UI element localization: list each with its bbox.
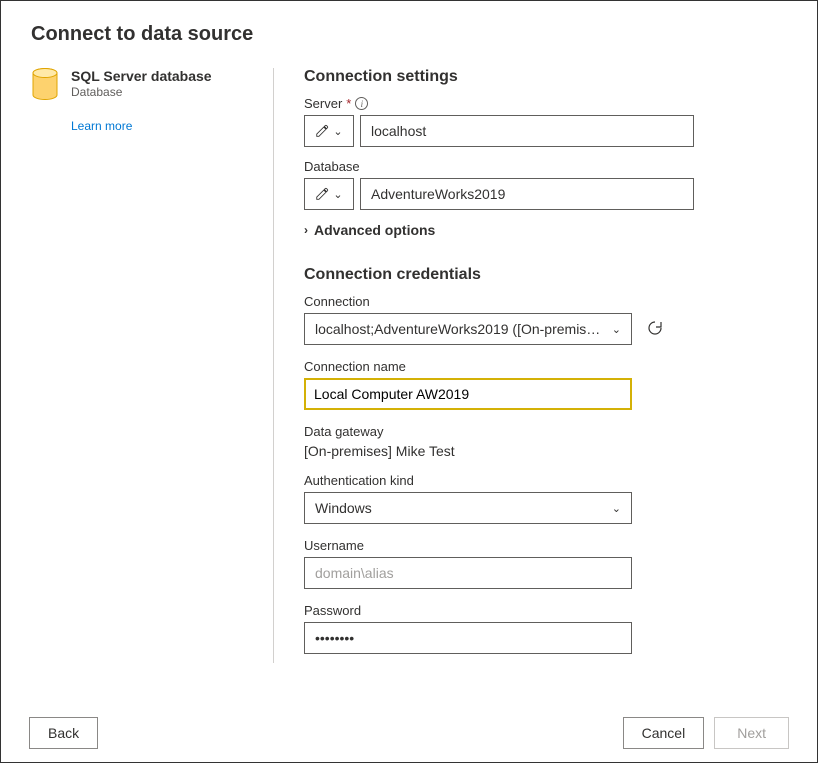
connection-label: Connection xyxy=(304,294,787,309)
server-mode-toggle[interactable]: ⌄ xyxy=(304,115,354,147)
database-input[interactable] xyxy=(360,178,694,210)
settings-heading: Connection settings xyxy=(304,68,787,86)
learn-more-link[interactable]: Learn more xyxy=(71,119,132,133)
database-mode-toggle[interactable]: ⌄ xyxy=(304,178,354,210)
refresh-icon[interactable] xyxy=(646,319,664,340)
chevron-right-icon: › xyxy=(304,223,308,237)
pencil-icon xyxy=(315,187,329,201)
gateway-value: [On-premises] Mike Test xyxy=(304,443,787,459)
password-label: Password xyxy=(304,603,787,618)
next-button: Next xyxy=(714,717,789,749)
credentials-heading: Connection credentials xyxy=(304,266,787,284)
database-icon xyxy=(31,68,59,105)
chevron-down-icon: ⌄ xyxy=(612,323,621,336)
chevron-down-icon: ⌄ xyxy=(333,188,342,201)
auth-kind-label: Authentication kind xyxy=(304,473,787,488)
chevron-down-icon: ⌄ xyxy=(612,502,621,515)
connection-dropdown[interactable]: localhost;AdventureWorks2019 ([On-premis… xyxy=(304,313,632,345)
auth-kind-dropdown[interactable]: Windows ⌄ xyxy=(304,492,632,524)
database-label: Database xyxy=(304,159,787,174)
connection-name-input[interactable] xyxy=(304,378,632,410)
pencil-icon xyxy=(315,124,329,138)
back-button[interactable]: Back xyxy=(29,717,98,749)
source-subtitle: Database xyxy=(71,85,212,99)
advanced-options-toggle[interactable]: › Advanced options xyxy=(304,222,787,238)
dialog-header: Connect to data source xyxy=(1,1,817,54)
info-icon[interactable]: i xyxy=(355,97,368,110)
chevron-down-icon: ⌄ xyxy=(333,125,342,138)
source-title: SQL Server database xyxy=(71,68,212,84)
main-panel: Connection settings Server * i ⌄ Databas… xyxy=(274,68,787,704)
server-input[interactable] xyxy=(360,115,694,147)
data-source-item: SQL Server database Database xyxy=(31,68,253,105)
connection-name-label: Connection name xyxy=(304,359,787,374)
sidebar: SQL Server database Database Learn more xyxy=(31,68,273,704)
server-label: Server * i xyxy=(304,96,787,111)
page-title: Connect to data source xyxy=(31,23,787,46)
username-input[interactable] xyxy=(304,557,632,589)
username-label: Username xyxy=(304,538,787,553)
password-input[interactable] xyxy=(304,622,632,654)
gateway-label: Data gateway xyxy=(304,424,787,439)
cancel-button[interactable]: Cancel xyxy=(623,717,705,749)
required-asterisk: * xyxy=(346,96,351,111)
dialog-footer: Back Cancel Next xyxy=(1,704,817,762)
content-area: SQL Server database Database Learn more … xyxy=(1,54,817,704)
